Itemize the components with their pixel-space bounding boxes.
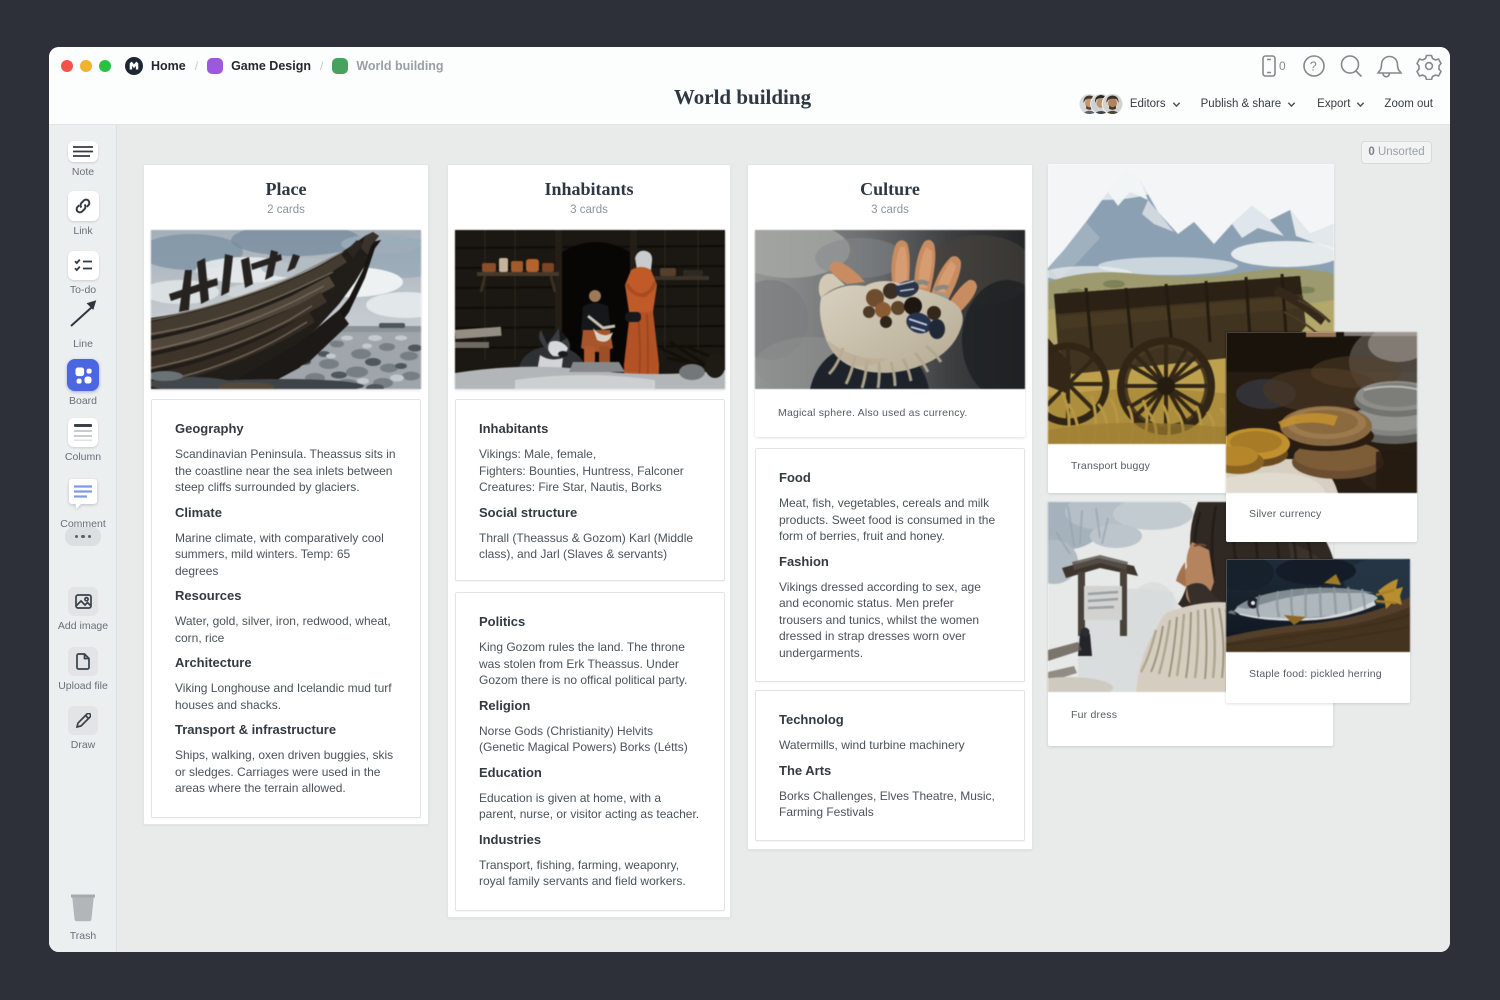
svg-text:?: ? (1310, 60, 1317, 74)
svg-text:0: 0 (1279, 59, 1286, 73)
